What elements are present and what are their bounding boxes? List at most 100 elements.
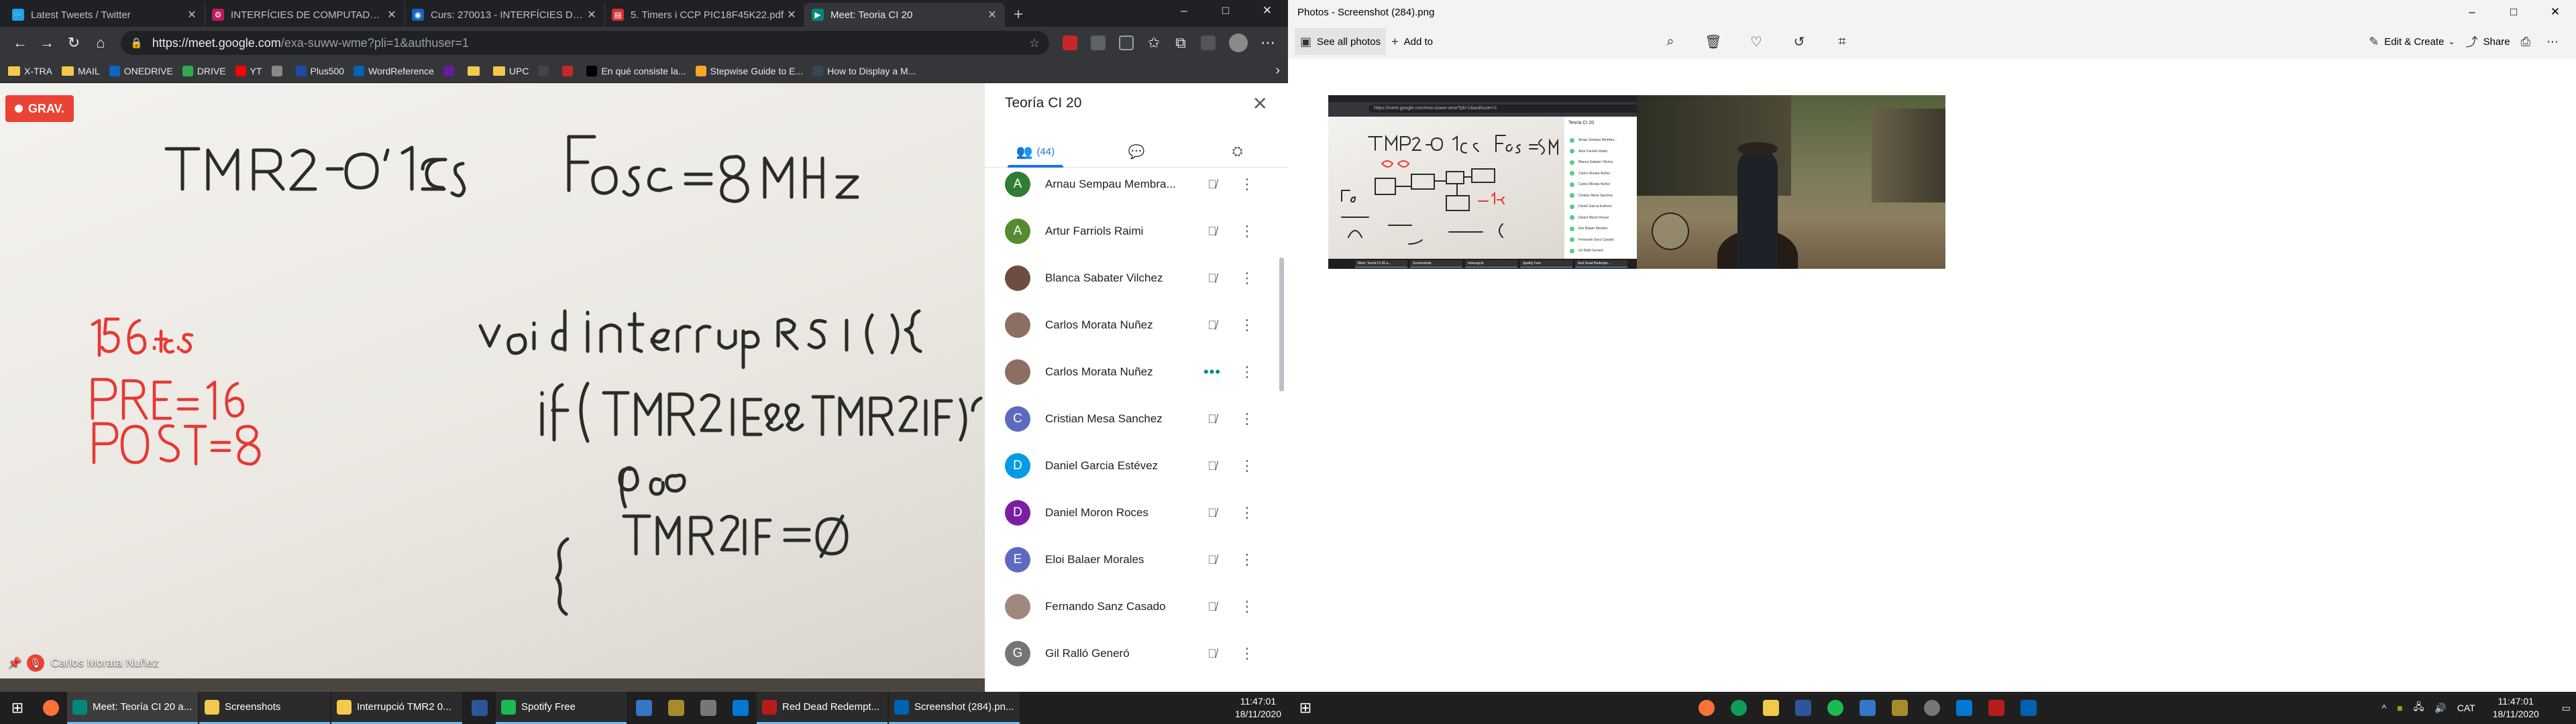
address-bar[interactable]: 🔒 https://meet.google.com/exa-suww-wme?p… (121, 31, 1049, 55)
taskbar-app[interactable] (628, 692, 660, 724)
forward-icon[interactable]: → (34, 29, 60, 56)
browser-tab[interactable]: ⚙ INTERFÍCIES DE COMPUTADORS ✕ (205, 3, 405, 27)
participant-more-icon[interactable]: ⋮ (1237, 410, 1257, 428)
bookmark-item[interactable]: WordReference (354, 65, 434, 76)
tray-network-icon[interactable]: 🖧 (2414, 700, 2424, 716)
bookmark-item[interactable] (443, 65, 458, 76)
firefox-icon[interactable] (1690, 692, 1723, 724)
back-icon[interactable]: ← (7, 29, 34, 56)
bookmark-item[interactable]: DRIVE (182, 65, 226, 76)
taskbar-window[interactable]: Screenshots (199, 692, 330, 724)
bookmark-item[interactable] (271, 65, 286, 76)
taskbar-app[interactable] (660, 692, 692, 724)
see-all-photos-button[interactable]: ▣ See all photos (1295, 28, 1387, 55)
bookmark-item[interactable]: Plus500 (295, 65, 344, 76)
extension-screen-icon[interactable] (1119, 36, 1134, 50)
tab-close-icon[interactable]: ✕ (186, 8, 198, 21)
bookmark-item[interactable] (538, 65, 553, 76)
firefox-icon[interactable] (35, 692, 67, 724)
taskbar-clock[interactable]: 11:47:01 18/11/2020 (1228, 695, 1288, 721)
bookmark-item[interactable] (467, 66, 484, 76)
rdr2-icon[interactable] (1980, 692, 2012, 724)
participant-row[interactable]: E Eloi Balaer Morales 🎙̸ ⋮ (985, 536, 1288, 583)
tab-close-icon[interactable]: ✕ (386, 8, 398, 21)
bookmark-item[interactable]: MAIL (62, 66, 100, 76)
participant-more-icon[interactable]: ⋮ (1237, 176, 1257, 193)
participant-row[interactable]: A Arnau Sempau Membra... 🎙̸ ⋮ (985, 168, 1288, 208)
taskbar-clock-right[interactable]: 11:47:01 18/11/2020 (2481, 695, 2551, 721)
app-icon[interactable] (1851, 692, 1884, 724)
participant-more-icon[interactable]: ⋮ (1237, 645, 1257, 662)
maximize-icon[interactable]: □ (2493, 0, 2534, 24)
bookmarks-more-icon[interactable]: › (1275, 63, 1280, 78)
participants-list[interactable]: A Arnau Sempau Membra... 🎙̸ ⋮ A Artur Farriol… (985, 168, 1288, 692)
browser-tab[interactable]: ▤ 5. Timers i CCP PIC18F45K22.pdf ✕ (605, 3, 805, 27)
participant-row[interactable]: C Cristian Mesa Sanchez 🎙̸ ⋮ (985, 396, 1288, 442)
bookmark-item[interactable] (562, 65, 577, 76)
taskbar-app[interactable] (724, 692, 757, 724)
bookmark-item[interactable]: En qué consiste la... (586, 65, 686, 76)
participant-row[interactable]: G Gil Ralló Generó 🎙̸ ⋮ (985, 630, 1288, 677)
edge-icon[interactable] (1723, 692, 1755, 724)
profile-avatar[interactable] (1229, 34, 1248, 52)
extension-record-icon[interactable] (1063, 36, 1077, 50)
tray-volume-icon[interactable]: 🔊 (2434, 703, 2446, 714)
minimize-icon[interactable]: – (1163, 0, 1205, 21)
tray-language[interactable]: CAT (2457, 703, 2475, 713)
browser-tab[interactable]: ▶ Meet: Teoria CI 20 ✕ (805, 3, 1005, 27)
bookmark-item[interactable]: YT (235, 65, 262, 76)
app2-icon[interactable] (1884, 692, 1916, 724)
participant-more-icon[interactable]: ⋮ (1237, 504, 1257, 522)
participant-row[interactable]: Blanca Sabater Vilchez 🎙̸ ⋮ (985, 255, 1288, 302)
explorer-icon[interactable] (1755, 692, 1787, 724)
participant-row[interactable]: Fernando Sanz Casado 🎙̸ ⋮ (985, 583, 1288, 630)
participant-more-icon[interactable]: ⋮ (1237, 363, 1257, 381)
bookmark-item[interactable]: ONEDRIVE (109, 65, 173, 76)
participant-more-icon[interactable]: ⋮ (1237, 457, 1257, 475)
collections-icon[interactable]: ⧉ (1167, 29, 1194, 56)
tray-nvidia-icon[interactable]: ■ (2397, 703, 2402, 713)
close-window-icon[interactable]: ✕ (2534, 0, 2576, 24)
menu-dots-icon[interactable]: ⋯ (1254, 29, 1281, 56)
add-to-button[interactable]: + Add to (1386, 28, 1438, 55)
tab-close-icon[interactable]: ✕ (586, 8, 598, 21)
browser-tab[interactable]: ◉ Curs: 270013 - INTERFÍCIES DE C ✕ (405, 3, 605, 27)
participant-more-icon[interactable]: ⋮ (1237, 316, 1257, 334)
pin-icon[interactable]: 📌 (8, 656, 21, 670)
close-window-icon[interactable]: ✕ (1246, 0, 1288, 21)
share-button[interactable]: ⤴ Share (2461, 28, 2516, 55)
crop-icon[interactable]: ⌗ (1821, 34, 1864, 50)
tab-chat[interactable]: 💬 (1086, 137, 1187, 167)
taskbar-window[interactable]: Spotify Free (496, 692, 627, 724)
tab-close-icon[interactable]: ✕ (986, 8, 998, 21)
bookmark-item[interactable]: Stepwise Guide to E... (695, 65, 803, 76)
minimize-icon[interactable]: – (2451, 0, 2493, 24)
notifications-icon[interactable]: ▭ (2562, 703, 2571, 714)
extension-icon[interactable] (1091, 36, 1106, 50)
more-button[interactable]: ⋯ (2541, 28, 2569, 55)
participant-more-icon[interactable]: ⋮ (1237, 269, 1257, 287)
start-button[interactable]: ⊞ (0, 692, 35, 724)
participant-more-icon[interactable]: ⋮ (1237, 598, 1257, 615)
photos-app-icon[interactable] (2012, 692, 2045, 724)
bookmark-item[interactable]: X-TRA (8, 66, 52, 76)
new-tab-button[interactable]: + (1005, 3, 1032, 27)
bookmark-item[interactable]: UPC (492, 66, 529, 76)
print-button[interactable]: ⎙ (2516, 28, 2541, 55)
reload-icon[interactable]: ↻ (60, 29, 87, 56)
taskbar-window[interactable]: Red Dead Redempt... (757, 692, 888, 724)
tray-chevron-icon[interactable]: ^ (2382, 703, 2387, 713)
spotify-icon[interactable] (1819, 692, 1851, 724)
vscode-icon[interactable] (1948, 692, 1980, 724)
taskbar-window[interactable]: Screenshot (284).pn... (889, 692, 1020, 724)
participants-scrollbar[interactable] (1279, 257, 1284, 391)
taskbar-window[interactable]: Interrupció TMR2 0... (331, 692, 462, 724)
participant-row[interactable]: Carlos Morata Nuñez 🎙̸ ⋮ (985, 302, 1288, 349)
participant-more-icon[interactable]: ⋮ (1237, 223, 1257, 240)
word-icon[interactable] (1787, 692, 1819, 724)
home-icon[interactable]: ⌂ (87, 29, 114, 56)
browser-tab[interactable]: 🐦 Latest Tweets / Twitter ✕ (5, 3, 205, 27)
participant-more-icon[interactable]: ⋮ (1237, 551, 1257, 568)
edit-create-button[interactable]: ✎ Edit & Create ⌄ (2363, 28, 2460, 55)
participant-row[interactable]: D Daniel Moron Roces 🎙̸ ⋮ (985, 489, 1288, 536)
